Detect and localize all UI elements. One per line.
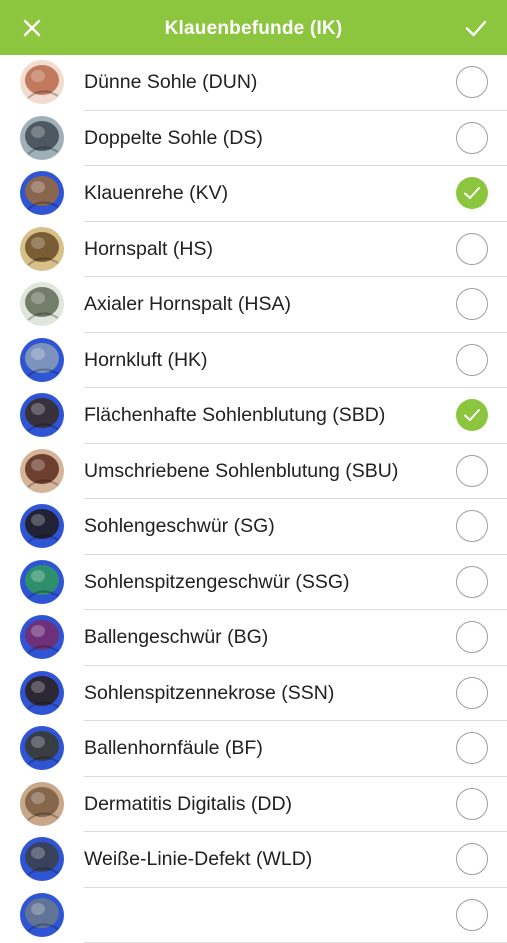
list-item[interactable]: Dermatitis Digitalis (DD) — [0, 777, 507, 833]
findings-list: Dünne Sohle (DUN)Doppelte Sohle (DS)Klau… — [0, 55, 507, 943]
app-bar: Klauenbefunde (IK) — [0, 0, 507, 55]
checkbox-unchecked[interactable] — [456, 233, 488, 265]
hoof-photo-thumbnail — [20, 116, 64, 160]
hoof-photo-thumbnail — [20, 560, 64, 604]
list-item[interactable]: Sohlenspitzennekrose (SSN) — [0, 666, 507, 722]
checkbox-unchecked[interactable] — [456, 732, 488, 764]
finding-label: Hornspalt (HS) — [84, 222, 213, 277]
checkbox-unchecked[interactable] — [456, 843, 488, 875]
list-item[interactable]: Sohlenspitzengeschwür (SSG) — [0, 555, 507, 611]
list-item[interactable]: Weiße-Linie-Defekt (WLD) — [0, 832, 507, 888]
hoof-photo-thumbnail — [20, 227, 64, 271]
list-item[interactable] — [0, 888, 507, 943]
finding-label: Dermatitis Digitalis (DD) — [84, 777, 292, 832]
hoof-photo-thumbnail — [20, 393, 64, 437]
checkbox-unchecked[interactable] — [456, 621, 488, 653]
hoof-photo-thumbnail — [20, 504, 64, 548]
checkmark-icon — [463, 185, 481, 201]
hoof-photo-thumbnail — [20, 782, 64, 826]
list-item[interactable]: Hornspalt (HS) — [0, 222, 507, 278]
finding-label: Dünne Sohle (DUN) — [84, 55, 257, 110]
finding-label: Sohlengeschwür (SG) — [84, 499, 275, 554]
hoof-photo-thumbnail — [20, 671, 64, 715]
hoof-photo-thumbnail — [20, 726, 64, 770]
hoof-photo-thumbnail — [20, 338, 64, 382]
checkbox-checked[interactable] — [456, 177, 488, 209]
checkbox-unchecked[interactable] — [456, 788, 488, 820]
hoof-photo-thumbnail — [20, 449, 64, 493]
finding-label: Axialer Hornspalt (HSA) — [84, 277, 291, 332]
checkbox-unchecked[interactable] — [456, 899, 488, 931]
list-item[interactable]: Sohlengeschwür (SG) — [0, 499, 507, 555]
hoof-photo-thumbnail — [20, 60, 64, 104]
checkbox-unchecked[interactable] — [456, 510, 488, 542]
checkbox-unchecked[interactable] — [456, 455, 488, 487]
list-item[interactable]: Flächenhafte Sohlenblutung (SBD) — [0, 388, 507, 444]
hoof-photo-thumbnail — [20, 837, 64, 881]
list-item[interactable]: Dünne Sohle (DUN) — [0, 55, 507, 111]
checkbox-unchecked[interactable] — [456, 566, 488, 598]
hoof-photo-thumbnail — [20, 282, 64, 326]
checkbox-unchecked[interactable] — [456, 66, 488, 98]
list-item[interactable]: Hornkluft (HK) — [0, 333, 507, 389]
list-item[interactable]: Ballengeschwür (BG) — [0, 610, 507, 666]
checkbox-unchecked[interactable] — [456, 288, 488, 320]
finding-label: Sohlenspitzengeschwür (SSG) — [84, 555, 350, 610]
checkbox-unchecked[interactable] — [456, 122, 488, 154]
checkbox-unchecked[interactable] — [456, 677, 488, 709]
hoof-photo-thumbnail — [20, 171, 64, 215]
finding-label: Ballenhornfäule (BF) — [84, 721, 263, 776]
finding-label: Klauenrehe (KV) — [84, 166, 228, 221]
checkmark-icon[interactable] — [463, 15, 489, 41]
page-title: Klauenbefunde (IK) — [0, 0, 507, 55]
finding-label: Hornkluft (HK) — [84, 333, 208, 388]
list-item[interactable]: Doppelte Sohle (DS) — [0, 111, 507, 167]
hoof-photo-thumbnail — [20, 615, 64, 659]
finding-label: Sohlenspitzennekrose (SSN) — [84, 666, 334, 721]
checkbox-checked[interactable] — [456, 399, 488, 431]
finding-label: Flächenhafte Sohlenblutung (SBD) — [84, 388, 385, 443]
finding-label: Weiße-Linie-Defekt (WLD) — [84, 832, 312, 887]
list-item[interactable]: Klauenrehe (KV) — [0, 166, 507, 222]
hoof-photo-thumbnail — [20, 893, 64, 937]
checkmark-icon — [463, 407, 481, 423]
finding-label: Ballengeschwür (BG) — [84, 610, 268, 665]
checkbox-unchecked[interactable] — [456, 344, 488, 376]
list-item[interactable]: Ballenhornfäule (BF) — [0, 721, 507, 777]
finding-label: Doppelte Sohle (DS) — [84, 111, 263, 166]
list-item[interactable]: Umschriebene Sohlenblutung (SBU) — [0, 444, 507, 500]
finding-label: Umschriebene Sohlenblutung (SBU) — [84, 444, 398, 499]
list-item[interactable]: Axialer Hornspalt (HSA) — [0, 277, 507, 333]
